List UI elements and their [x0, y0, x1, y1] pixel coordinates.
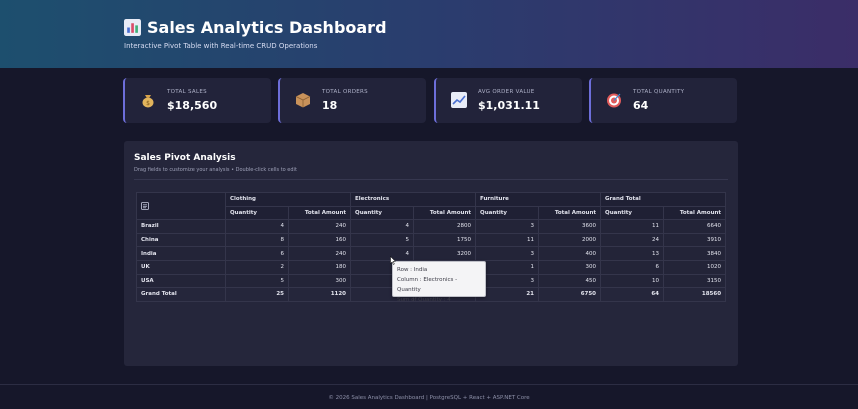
table-cell[interactable]: 8: [225, 232, 289, 248]
column-header-grand-total[interactable]: Grand Total: [600, 192, 727, 207]
table-cell[interactable]: 4: [350, 219, 415, 234]
measure-header-total-amount[interactable]: Total Amount: [287, 205, 352, 221]
page-subtitle: Interactive Pivot Table with Real-time C…: [124, 42, 318, 50]
divider: [134, 179, 728, 180]
table-cell[interactable]: 300: [287, 273, 352, 289]
table-cell[interactable]: 3: [475, 219, 540, 234]
measure-header-total-amount[interactable]: Total Amount: [663, 205, 727, 221]
table-cell[interactable]: 11: [600, 219, 665, 234]
table-cell[interactable]: 4: [225, 219, 289, 234]
table-cell[interactable]: 160: [287, 232, 352, 248]
table-cell[interactable]: 3200: [413, 246, 477, 261]
footer: © 2026 Sales Analytics Dashboard | Postg…: [328, 395, 530, 401]
measure-header-quantity[interactable]: Quantity: [350, 205, 415, 221]
kpi-label: TOTAL SALES: [167, 89, 207, 95]
table-cell[interactable]: 3: [475, 246, 540, 261]
measure-header-total-amount[interactable]: Total Amount: [413, 205, 477, 221]
tooltip-row: Row : India: [397, 267, 428, 273]
row-header-uk[interactable]: UK: [136, 259, 226, 275]
bar-chart-icon: [124, 19, 141, 36]
table-cell[interactable]: 25: [225, 287, 289, 302]
page-title-text: Sales Analytics Dashboard: [147, 18, 387, 37]
table-cell[interactable]: 10: [600, 273, 665, 289]
row-header-china[interactable]: China: [136, 232, 226, 248]
kpi-value: $18,560: [167, 99, 218, 112]
column-header-electronics[interactable]: Electronics: [350, 192, 477, 207]
table-cell[interactable]: 24: [600, 232, 665, 248]
table-cell[interactable]: 64: [600, 287, 665, 302]
table-cell[interactable]: 6: [225, 246, 289, 261]
table-cell[interactable]: 3600: [538, 219, 602, 234]
table-cell[interactable]: 13: [600, 246, 665, 261]
kpi-label: TOTAL ORDERS: [322, 89, 368, 95]
tooltip-sum: Sum of Quantity : 4: [397, 297, 451, 303]
table-cell[interactable]: 3910: [663, 232, 727, 248]
kpi-card-total-orders: TOTAL ORDERS 18: [278, 78, 426, 123]
pivot-title: Sales Pivot Analysis: [134, 153, 236, 163]
table-cell[interactable]: 6640: [663, 219, 727, 234]
table-cell[interactable]: 1750: [413, 232, 477, 248]
svg-text:$: $: [146, 100, 150, 107]
table-cell[interactable]: 1120: [287, 287, 352, 302]
kpi-card-avg-order-value: AVG ORDER VALUE $1,031.11: [434, 78, 582, 123]
table-cell[interactable]: 240: [287, 219, 352, 234]
tooltip-column: Column : Electronics - Quantity: [397, 277, 458, 293]
measure-header-row: Quantity Total Amount Quantity Total Amo…: [137, 205, 727, 221]
table-row: Brazil 4 240 4 2800 3 3600 11 6640: [136, 219, 727, 234]
table-row: India 6 240 4 3200 3 400 13 3840: [136, 246, 727, 261]
target-icon: [607, 93, 621, 108]
table-cell[interactable]: 400: [538, 246, 602, 261]
measure-header-quantity[interactable]: Quantity: [225, 205, 289, 221]
table-cell[interactable]: 1020: [663, 259, 727, 275]
table-cell[interactable]: 3150: [663, 273, 727, 289]
table-cell[interactable]: 6: [600, 259, 665, 275]
table-cell[interactable]: 4: [350, 246, 415, 261]
table-cell[interactable]: 180: [287, 259, 352, 275]
kpi-value: 18: [322, 99, 338, 112]
table-cell[interactable]: 450: [538, 273, 602, 289]
row-header-grand-total[interactable]: Grand Total: [136, 287, 226, 302]
table-cell[interactable]: 2800: [413, 219, 477, 234]
table-cell[interactable]: 2: [225, 259, 289, 275]
table-cell[interactable]: 18560: [663, 287, 727, 302]
page-title: Sales Analytics Dashboard: [124, 18, 387, 37]
package-icon: [295, 93, 311, 108]
table-cell[interactable]: 240: [287, 246, 352, 261]
table-cell[interactable]: 5: [225, 273, 289, 289]
row-header-india[interactable]: India: [136, 246, 226, 261]
trend-chart-icon: [451, 92, 467, 108]
table-cell[interactable]: 300: [538, 259, 602, 275]
table-cell[interactable]: 6750: [538, 287, 602, 302]
table-row: China 8 160 5 1750 11 2000 24 3910: [136, 232, 727, 248]
row-header-usa[interactable]: USA: [136, 273, 226, 289]
app-header: Sales Analytics Dashboard Interactive Pi…: [0, 0, 858, 68]
column-header-furniture[interactable]: Furniture: [475, 192, 602, 207]
field-list-icon[interactable]: [141, 202, 149, 210]
table-cell[interactable]: 3840: [663, 246, 727, 261]
row-header-brazil[interactable]: Brazil: [136, 219, 226, 234]
table-cell[interactable]: 2000: [538, 232, 602, 248]
column-group-header-row: Clothing Electronics Furniture Grand Tot…: [136, 191, 727, 221]
kpi-card-total-sales: $ TOTAL SALES $18,560: [123, 78, 271, 123]
kpi-value: 64: [633, 99, 649, 112]
cell-tooltip: Row : India Column : Electronics - Quant…: [392, 261, 486, 303]
pivot-hint: Drag fields to customize your analysis •…: [134, 167, 297, 173]
table-cell[interactable]: 5: [350, 232, 415, 248]
pivot-corner[interactable]: [136, 191, 226, 221]
pivot-panel: Sales Pivot Analysis Drag fields to cust…: [124, 141, 738, 366]
table-cell[interactable]: 11: [475, 232, 540, 248]
measure-header-total-amount[interactable]: Total Amount: [538, 205, 602, 221]
mouse-pointer-icon: [390, 256, 396, 265]
measure-header-quantity[interactable]: Quantity: [600, 205, 665, 221]
kpi-label: AVG ORDER VALUE: [478, 89, 535, 95]
money-bag-icon: $: [142, 95, 154, 108]
kpi-label: TOTAL QUANTITY: [633, 89, 685, 95]
kpi-card-total-quantity: TOTAL QUANTITY 64: [589, 78, 737, 123]
kpi-value: $1,031.11: [478, 99, 540, 112]
measure-header-quantity[interactable]: Quantity: [475, 205, 540, 221]
column-header-clothing[interactable]: Clothing: [224, 192, 352, 207]
footer-divider: [0, 384, 858, 385]
